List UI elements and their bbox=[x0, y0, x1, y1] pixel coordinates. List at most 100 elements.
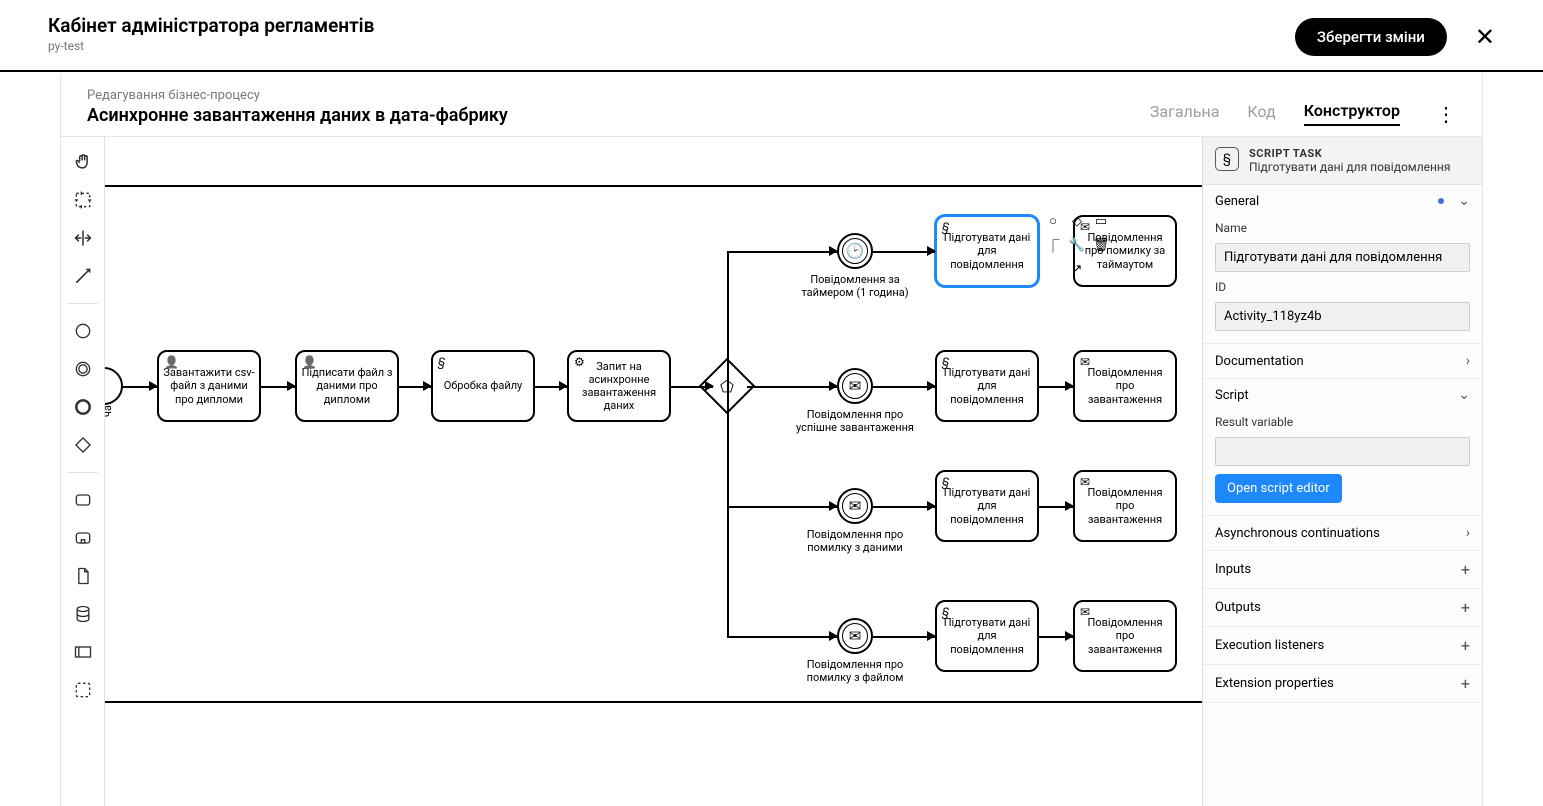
ctx-event-icon[interactable]: ○ bbox=[1043, 211, 1063, 231]
timer-event-label: Повідомлення за таймером (1 година) bbox=[795, 273, 915, 299]
section-title: General bbox=[1215, 194, 1259, 209]
tab-code[interactable]: Код bbox=[1247, 102, 1275, 125]
task-icon[interactable] bbox=[68, 485, 98, 515]
hand-tool-icon[interactable] bbox=[68, 147, 98, 177]
tab-general[interactable]: Загальна bbox=[1150, 102, 1220, 125]
props-header: § SCRIPT TASK Підготувати дані для повід… bbox=[1203, 137, 1482, 185]
group-icon[interactable] bbox=[68, 675, 98, 705]
task-label: Обробка файлу bbox=[444, 379, 523, 392]
section-inputs[interactable]: Inputs + bbox=[1203, 551, 1482, 589]
ctx-delete-icon[interactable]: 🗑 bbox=[1091, 235, 1111, 255]
section-title: Outputs bbox=[1215, 600, 1261, 615]
section-title: Script bbox=[1215, 388, 1249, 403]
section-script-header[interactable]: Script ⌄ bbox=[1203, 379, 1482, 411]
process-title: Асинхронне завантаження даних в дата-фаб… bbox=[87, 105, 508, 126]
tab-bar: Загальна Код Конструктор ⋮ bbox=[1150, 101, 1456, 126]
section-general-header[interactable]: General ⌄ bbox=[1203, 185, 1482, 217]
task-label: Підписати файл з даними про дипломи bbox=[301, 366, 393, 406]
ctx-gateway-icon[interactable]: ◇ bbox=[1067, 211, 1087, 231]
start-event-icon[interactable] bbox=[68, 316, 98, 346]
project-name: py-test bbox=[48, 39, 374, 53]
lasso-tool-icon[interactable] bbox=[68, 185, 98, 215]
task-upload-csv[interactable]: Завантажити csv-файл з даними про диплом… bbox=[157, 350, 261, 422]
ctx-task-icon[interactable]: ▭ bbox=[1091, 211, 1111, 231]
breadcrumb: Редагування бізнес-процесу bbox=[87, 88, 508, 103]
section-title: Documentation bbox=[1215, 354, 1304, 369]
section-title: Execution listeners bbox=[1215, 638, 1324, 653]
context-pad: ○ ◇ ▭ ⎾ 🔧 🗑 ↗ bbox=[1043, 211, 1111, 279]
element-type-label: SCRIPT TASK bbox=[1249, 147, 1450, 160]
properties-panel: § SCRIPT TASK Підготувати дані для повід… bbox=[1202, 137, 1482, 806]
section-general: General ⌄ Name ID bbox=[1203, 185, 1482, 344]
result-var-input[interactable] bbox=[1215, 437, 1470, 466]
section-documentation[interactable]: Documentation › bbox=[1203, 344, 1482, 379]
task-label: Підготувати дані для повідомлення bbox=[941, 231, 1033, 271]
chevron-down-icon: ⌄ bbox=[1458, 387, 1470, 403]
data-object-icon[interactable] bbox=[68, 561, 98, 591]
msg-event-file-error[interactable]: ✉ bbox=[837, 618, 873, 654]
name-input[interactable] bbox=[1215, 243, 1470, 272]
intermediate-event-icon[interactable] bbox=[68, 354, 98, 384]
script-task-type-icon: § bbox=[1215, 147, 1239, 171]
name-field-label: Name bbox=[1215, 221, 1470, 235]
task-prep-timeout[interactable]: Підготувати дані для повідомлення bbox=[935, 215, 1039, 287]
task-label: Повідомлення про завантаження bbox=[1079, 616, 1171, 656]
section-async[interactable]: Asynchronous continuations › bbox=[1203, 516, 1482, 551]
task-prep-success[interactable]: Підготувати дані для повідомлення bbox=[935, 350, 1039, 422]
task-label: Повідомлення про завантаження bbox=[1079, 486, 1171, 526]
data-store-icon[interactable] bbox=[68, 599, 98, 629]
id-field-label: ID bbox=[1215, 280, 1470, 294]
chevron-right-icon: › bbox=[1466, 353, 1470, 369]
element-name-label: Підготувати дані для повідомлення bbox=[1249, 160, 1450, 174]
start-event[interactable] bbox=[105, 367, 123, 405]
task-label: Підготувати дані для повідомлення bbox=[941, 486, 1033, 526]
section-title: Inputs bbox=[1215, 562, 1251, 577]
section-ext-props[interactable]: Extension properties + bbox=[1203, 665, 1482, 703]
subprocess-icon[interactable] bbox=[68, 523, 98, 553]
section-exec-listeners[interactable]: Execution listeners + bbox=[1203, 627, 1482, 665]
chevron-down-icon: ⌄ bbox=[1458, 193, 1470, 209]
bpmn-canvas[interactable]: чато Завантажити csv-файл з даними про д… bbox=[105, 137, 1202, 806]
task-process-file[interactable]: Обробка файлу bbox=[431, 350, 535, 422]
tab-builder[interactable]: Конструктор bbox=[1304, 101, 1400, 126]
gateway-icon[interactable] bbox=[68, 430, 98, 460]
msg-event-success-label: Повідомлення про успішне завантаження bbox=[795, 408, 915, 434]
msg-event-success[interactable]: ✉ bbox=[837, 368, 873, 404]
id-input[interactable] bbox=[1215, 302, 1470, 331]
save-button[interactable]: Зберегти зміни bbox=[1295, 18, 1447, 56]
plus-icon[interactable]: + bbox=[1461, 636, 1470, 655]
task-notify-file-error[interactable]: Повідомлення про завантаження bbox=[1073, 600, 1177, 672]
top-bar: Кабінет адміністратора регламентів py-te… bbox=[0, 0, 1543, 72]
connect-tool-icon[interactable] bbox=[68, 261, 98, 291]
section-title: Asynchronous continuations bbox=[1215, 526, 1380, 541]
more-menu-icon[interactable]: ⋮ bbox=[1436, 102, 1456, 126]
plus-icon[interactable]: + bbox=[1461, 598, 1470, 617]
end-event-icon[interactable] bbox=[68, 392, 98, 422]
sub-header: Редагування бізнес-процесу Асинхронне за… bbox=[60, 72, 1483, 137]
task-sign-file[interactable]: Підписати файл з даними про дипломи bbox=[295, 350, 399, 422]
open-script-editor-button[interactable]: Open script editor bbox=[1215, 474, 1342, 503]
task-label: Підготувати дані для повідомлення bbox=[941, 366, 1033, 406]
timer-event[interactable]: 🕑 bbox=[837, 233, 873, 269]
task-prep-file-error[interactable]: Підготувати дані для повідомлення bbox=[935, 600, 1039, 672]
ctx-annotation-icon[interactable]: ⎾ bbox=[1043, 235, 1063, 255]
task-notify-data-error[interactable]: Повідомлення про завантаження bbox=[1073, 470, 1177, 542]
space-tool-icon[interactable] bbox=[68, 223, 98, 253]
msg-event-data-error[interactable]: ✉ bbox=[837, 488, 873, 524]
ctx-wrench-icon[interactable]: 🔧 bbox=[1067, 235, 1087, 255]
plus-icon[interactable]: + bbox=[1461, 674, 1470, 693]
section-script: Script ⌄ Result variable Open script edi… bbox=[1203, 379, 1482, 516]
plus-icon[interactable]: + bbox=[1461, 560, 1470, 579]
task-notify-success[interactable]: Повідомлення про завантаження bbox=[1073, 350, 1177, 422]
section-outputs[interactable]: Outputs + bbox=[1203, 589, 1482, 627]
editor: чато Завантажити csv-файл з даними про д… bbox=[60, 137, 1483, 806]
task-async-request[interactable]: Запит на асинхронне завантаження даних bbox=[567, 350, 671, 422]
task-label: Запит на асинхронне завантаження даних bbox=[573, 360, 665, 413]
task-label: Завантажити csv-файл з даними про диплом… bbox=[163, 366, 255, 406]
result-var-label: Result variable bbox=[1215, 415, 1470, 429]
ctx-connect-icon[interactable]: ↗ bbox=[1067, 259, 1087, 279]
pool-icon[interactable] bbox=[68, 637, 98, 667]
msg-event-data-error-label: Повідомлення про помилку з даними bbox=[795, 528, 915, 554]
task-prep-data-error[interactable]: Підготувати дані для повідомлення bbox=[935, 470, 1039, 542]
close-icon[interactable]: ✕ bbox=[1475, 23, 1495, 51]
